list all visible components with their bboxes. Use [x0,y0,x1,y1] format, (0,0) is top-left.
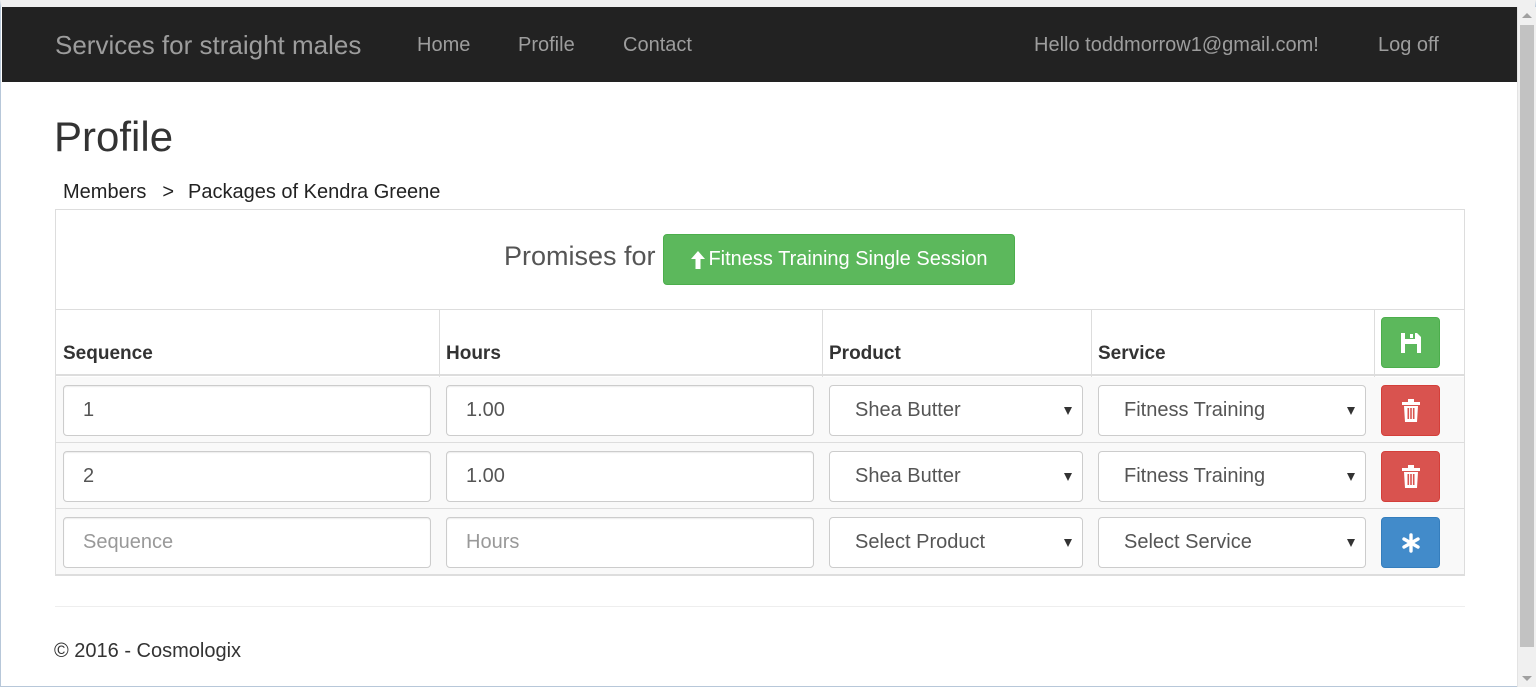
asterisk-icon [1401,532,1420,553]
service-select[interactable]: Fitness Training [1098,385,1366,436]
service-select[interactable]: Fitness Training [1098,451,1366,502]
promises-header: Promises for Fitness Training Single Ses… [56,210,1464,310]
promises-table: Promises for Fitness Training Single Ses… [55,209,1465,576]
trash-icon [1401,398,1420,422]
footer-copyright: © 2016 - Cosmologix [54,640,242,662]
package-button-label: Fitness Training Single Session [708,248,988,271]
dropdown-caret-icon [1347,539,1355,547]
nav-profile-link[interactable]: Profile [518,34,575,57]
save-button[interactable] [1381,317,1440,368]
new-product-select[interactable]: Select Product [829,517,1083,568]
delete-row-button[interactable] [1381,451,1440,502]
new-hours-input[interactable] [446,517,814,568]
new-service-select[interactable]: Select Service [1098,517,1366,568]
service-select-value: Fitness Training [1124,399,1266,421]
product-select-value: Shea Butter [855,399,961,421]
scroll-down-icon[interactable] [1522,676,1532,681]
breadcrumb: Members > Packages of Kendra Greene [63,181,440,204]
service-select-value: Fitness Training [1124,465,1266,487]
table-row: Shea Butter Fitness Training [56,443,1464,509]
scroll-thumb[interactable] [1520,25,1534,647]
new-sequence-input[interactable] [63,517,431,568]
page-title: Profile [54,113,174,160]
logoff-link[interactable]: Log off [1378,34,1439,57]
dropdown-caret-icon [1347,473,1355,481]
table-row: Shea Butter Fitness Training [56,377,1464,443]
service-select-value: Select Service [1124,531,1252,553]
breadcrumb-members-link[interactable]: Members [63,181,146,204]
product-select[interactable]: Shea Butter [829,451,1083,502]
scroll-up-icon[interactable] [1522,13,1532,18]
new-row: Select Product Select Service [56,509,1464,575]
brand-link[interactable]: Services for straight males [55,30,361,61]
dropdown-caret-icon [1064,407,1072,415]
nav-home-link[interactable]: Home [417,34,470,57]
hours-input[interactable] [446,451,814,502]
header-hours: Hours [446,343,501,364]
product-select-value: Select Product [855,531,986,553]
trash-icon [1401,464,1420,488]
breadcrumb-separator: > [162,181,175,203]
product-select-value: Shea Butter [855,465,961,487]
header-product: Product [829,343,901,364]
add-row-button[interactable] [1381,517,1440,568]
footer-divider [55,606,1465,607]
dropdown-caret-icon [1347,407,1355,415]
floppy-disk-icon [1400,332,1421,353]
dropdown-caret-icon [1064,539,1072,547]
sequence-input[interactable] [63,451,431,502]
promises-label: Promises for [504,241,656,271]
dropdown-caret-icon [1064,473,1072,481]
sequence-input[interactable] [63,385,431,436]
arrow-up-icon [691,250,706,269]
delete-row-button[interactable] [1381,385,1440,436]
vertical-scrollbar[interactable] [1517,7,1536,687]
product-select[interactable]: Shea Butter [829,385,1083,436]
header-service: Service [1098,343,1166,364]
nav-contact-link[interactable]: Contact [623,34,692,57]
table-header-row: Sequence Hours Product Service [56,310,1464,376]
user-greeting-link[interactable]: Hello toddmorrow1@gmail.com! [1034,34,1319,57]
hours-input[interactable] [446,385,814,436]
package-up-button[interactable]: Fitness Training Single Session [663,234,1015,285]
breadcrumb-current: Packages of Kendra Greene [188,181,441,203]
navbar: Services for straight males Home Profile… [2,7,1517,82]
header-sequence: Sequence [63,343,153,364]
